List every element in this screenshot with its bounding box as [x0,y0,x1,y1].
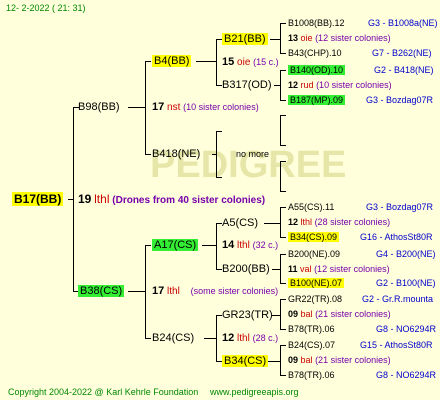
gen4-node[interactable]: B200(BB) [222,263,270,275]
gen5-node[interactable]: B140(OD).10 [288,64,346,76]
gen5-drone-info: 12 lthl (28 sister colonies) [288,217,391,227]
gen4-drone-info: 12 lthl (28 c.) [222,332,279,344]
gen5-ref: G4 - B200(NE) [376,249,436,259]
gen5-ref: G7 - B262(NE) [372,48,432,58]
gen5-node[interactable]: A55(CS).11 [288,201,334,213]
gen4-node[interactable]: B34(CS) [222,355,269,367]
gen5-node[interactable]: B43(CHP).10 [288,47,342,59]
gen3-drone-info: 17 nst (10 sister colonies) [152,101,259,113]
gen5-node[interactable]: B200(NE).09 [288,248,340,260]
gen5-node[interactable]: GR22(TR).08 [288,293,342,305]
gen3-node[interactable]: A17(CS) [152,239,199,251]
gen5-ref: G3 - B1008a(NE) [368,18,438,28]
gen5-ref: G2 - B100(NE) [376,278,436,288]
gen3-node[interactable]: B418(NE) [152,148,200,160]
gen5-node[interactable]: B78(TR).06 [288,323,335,335]
gen5-ref: G2 - Gr.R.mounta [362,294,434,304]
gen5-ref: G8 - NO6294R [376,370,437,380]
gen2-node-paternal[interactable]: B98(BB) [78,101,120,113]
gen4-node[interactable]: B21(BB) [222,33,268,45]
gen5-node[interactable]: B187(MP).09 [288,94,346,106]
gen5-node[interactable]: B100(NE).07 [288,277,345,289]
gen4-node[interactable]: B317(OD) [222,79,272,91]
gen5-ref: G16 - AthosSt80R [360,232,433,242]
gen4-drone-info: 14 lthl (32 c.) [222,239,279,251]
date-label: 12- 2-2022 ( 21: 31) [6,3,86,13]
gen5-drone-info: 09 bal (21 sister colonies) [288,309,391,319]
gen5-ref: G8 - NO6294R [376,324,437,334]
gen3-node[interactable]: B24(CS) [152,332,194,344]
gen5-ref: G15 - AthosSt80R [360,340,433,350]
root-drone-info: 19 lthl (Drones from 40 sister colonies) [78,192,266,206]
gen5-ref: G3 - Bozdag07R [366,202,434,212]
root-name: B17(BB) [12,192,64,206]
gen4-drone-info: 15 oie (15 c.) [222,56,279,68]
site-link[interactable]: www.pedigreeapis.org [210,386,299,398]
gen5-node[interactable]: B34(CS).09 [288,231,340,243]
gen2-node-maternal[interactable]: B38(CS) [78,285,125,297]
gen5-drone-info: 11 val (12 sister colonies) [288,264,390,274]
root-node[interactable]: B17(BB) [12,192,64,206]
gen5-node[interactable]: B24(CS).07 [288,339,335,351]
gen5-node[interactable]: B1008(BB).12 [288,17,345,29]
no-more-label: no more [236,149,270,159]
gen5-drone-info: 09 bal (21 sister colonies) [288,355,391,365]
gen3-node[interactable]: B4(BB) [152,55,192,67]
gen3-drone-info: 17 lthl (some sister colonies) [152,285,279,297]
gen5-ref: G2 - B418(NE) [374,65,434,75]
gen5-node[interactable]: B78(TR).06 [288,369,335,381]
gen4-node[interactable]: A5(CS) [222,217,258,229]
gen5-drone-info: 13 oie (12 sister colonies) [288,33,391,43]
gen4-node[interactable]: GR23(TR) [222,309,273,321]
gen5-ref: G3 - Bozdag07R [366,95,434,105]
copyright-footer: Copyright 2004-2022 @ Karl Kehrle Founda… [8,387,199,397]
gen5-drone-info: 12 rud (10 sister colonies) [288,80,392,90]
